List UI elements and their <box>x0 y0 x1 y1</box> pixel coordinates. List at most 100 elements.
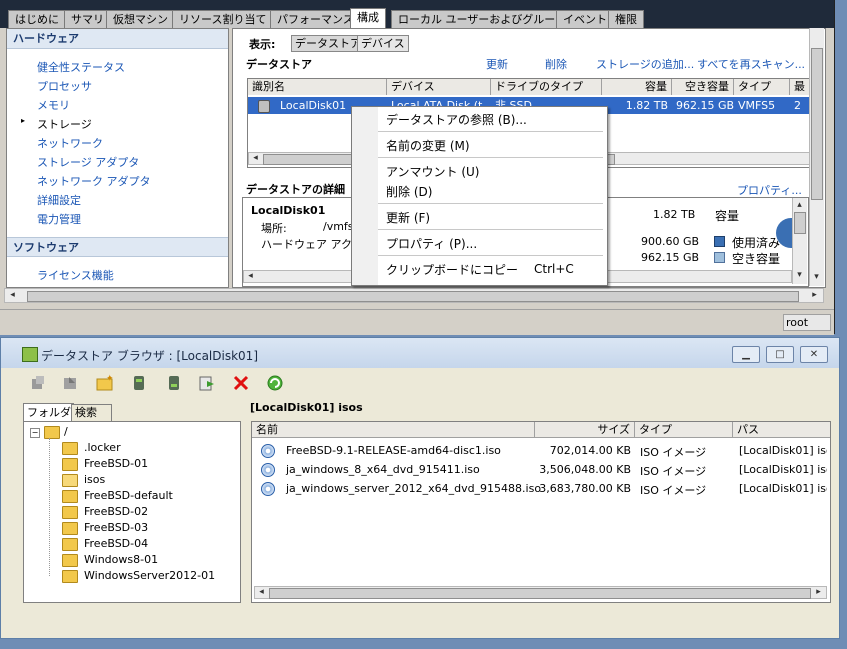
menu-copy-to-clipboard[interactable]: クリップボードにコピー <box>386 261 518 278</box>
menu-refresh[interactable]: 更新 (F) <box>386 209 430 226</box>
tree-root[interactable]: / <box>64 425 68 438</box>
nav-storage[interactable]: ストレージ <box>37 116 92 132</box>
delete-link[interactable]: 削除 <box>545 56 567 72</box>
tab-resource-allocation[interactable]: リソース割り当て <box>172 10 274 28</box>
menu-browse-datastore[interactable]: データストアの参照 (B)... <box>386 111 527 128</box>
tree-folder-freebsd-04[interactable]: FreeBSD-04 <box>84 537 148 550</box>
nav-storage-adapters[interactable]: ストレージ アダプタ <box>37 154 139 170</box>
file-type: ISO イメージ <box>640 465 707 478</box>
nav-network-adapters[interactable]: ネットワーク アダプタ <box>37 173 151 189</box>
menu-properties[interactable]: プロパティ (P)... <box>386 235 477 252</box>
tab-events[interactable]: イベント <box>556 10 614 28</box>
file-name: FreeBSD-9.1-RELEASE-amd64-disc1.iso <box>286 444 501 457</box>
col-name[interactable]: 名前 <box>252 422 535 437</box>
details-capacity-value: 1.82 TB <box>653 208 696 221</box>
upload-to-datastore-icon[interactable] <box>129 374 149 392</box>
nav-networking[interactable]: ネットワーク <box>37 135 103 151</box>
tab-search[interactable]: 検索 <box>71 404 112 421</box>
close-icon[interactable]: ✕ <box>800 346 828 363</box>
menu-delete[interactable]: 削除 (D) <box>386 183 432 200</box>
download-from-datastore-icon[interactable] <box>164 374 184 392</box>
main-hscroll[interactable]: ◂ ▸ <box>4 288 824 303</box>
col-free[interactable]: 空き容量 <box>672 79 734 95</box>
menu-rename[interactable]: 名前の変更 (M) <box>386 137 470 154</box>
tab-configuration[interactable]: 構成 <box>350 8 386 29</box>
rescan-all-link[interactable]: すべてを再スキャン... <box>697 56 805 72</box>
tree-folder-freebsd-default[interactable]: FreeBSD-default <box>84 489 173 502</box>
collapse-icon[interactable]: − <box>30 428 40 438</box>
col-drive-type[interactable]: ドライブのタイプ <box>491 79 602 95</box>
tab-bar: はじめに サマリ 仮想マシン リソース割り当て パフォーマンス 構成 ローカル … <box>0 0 834 29</box>
col-file-type[interactable]: タイプ <box>635 422 733 437</box>
file-list-hscroll-thumb[interactable] <box>269 588 811 599</box>
maximize-icon[interactable]: □ <box>766 346 794 363</box>
scroll-left-icon[interactable]: ◂ <box>250 153 261 164</box>
tab-performance[interactable]: パフォーマンス <box>270 10 361 28</box>
tree-folder-freebsd-03[interactable]: FreeBSD-03 <box>84 521 148 534</box>
scroll-right-icon[interactable]: ▸ <box>809 290 820 301</box>
nav-memory[interactable]: メモリ <box>37 97 70 113</box>
add-storage-link[interactable]: ストレージの追加... <box>596 56 694 72</box>
details-name: LocalDisk01 <box>251 204 326 217</box>
view-devices-button[interactable]: デバイス <box>357 35 409 52</box>
col-size[interactable]: サイズ <box>535 422 635 437</box>
folder-icon <box>62 554 78 567</box>
delete-icon[interactable] <box>231 374 251 392</box>
tab-local-users-groups[interactable]: ローカル ユーザーおよびグループ <box>391 10 573 28</box>
refresh-link[interactable]: 更新 <box>486 56 508 72</box>
tree-folder-windows8-01[interactable]: Windows8-01 <box>84 553 158 566</box>
col-type[interactable]: タイプ <box>734 79 790 95</box>
table-row[interactable]: ja_windows_server_2012_x64_dvd_915488.is… <box>252 480 830 497</box>
scroll-left-icon[interactable]: ◂ <box>7 290 18 301</box>
details-capacity-label: 容量 <box>715 209 740 223</box>
details-vscroll-thumb[interactable] <box>794 212 806 234</box>
main-hscroll-thumb[interactable] <box>27 291 799 302</box>
tab-folders[interactable]: フォルダ <box>23 403 74 421</box>
col-identification[interactable]: 識別名 <box>248 79 387 95</box>
scroll-down-icon[interactable]: ▾ <box>811 272 822 283</box>
col-path[interactable]: パス <box>733 422 830 437</box>
context-menu: データストアの参照 (B)... 名前の変更 (M) アンマウント (U) 削除… <box>351 106 608 286</box>
properties-link[interactable]: プロパティ... <box>737 182 802 198</box>
table-row[interactable]: FreeBSD-9.1-RELEASE-amd64-disc1.iso 702,… <box>252 442 830 459</box>
register-vm-icon[interactable] <box>197 374 217 392</box>
main-vscroll-thumb[interactable] <box>811 48 823 200</box>
tab-permissions[interactable]: 権限 <box>608 10 644 28</box>
details-vscroll[interactable]: ▴ ▾ <box>792 198 807 284</box>
folder-icon <box>62 570 78 583</box>
col-capacity[interactable]: 容量 <box>602 79 672 95</box>
tree-folder-freebsd-02[interactable]: FreeBSD-02 <box>84 505 148 518</box>
new-folder-icon[interactable]: ✦ <box>95 374 115 392</box>
tree-folder-isos[interactable]: isos <box>84 473 105 486</box>
main-vscroll[interactable]: ▾ <box>809 28 824 286</box>
nav-processors[interactable]: プロセッサ <box>37 78 92 94</box>
nav-health-status[interactable]: 健全性ステータス <box>37 59 125 75</box>
scroll-right-icon[interactable]: ▸ <box>813 587 824 598</box>
table-row[interactable]: ja_windows_8_x64_dvd_915411.iso 3,506,04… <box>252 461 830 478</box>
nav-licensed-features[interactable]: ライセンス機能 <box>37 267 114 283</box>
tab-getting-started[interactable]: はじめに <box>8 10 66 28</box>
tree-folder-freebsd-01[interactable]: FreeBSD-01 <box>84 457 148 470</box>
nav-power-management[interactable]: 電力管理 <box>37 211 81 227</box>
tree-folder-locker[interactable]: .locker <box>84 441 121 454</box>
scroll-down-icon[interactable]: ▾ <box>794 270 805 281</box>
menu-unmount[interactable]: アンマウント (U) <box>386 163 479 180</box>
upload-icon[interactable] <box>28 374 48 392</box>
refresh-icon[interactable] <box>265 374 285 392</box>
col-device[interactable]: デバイス <box>387 79 491 95</box>
scroll-left-icon[interactable]: ◂ <box>256 587 267 598</box>
download-icon[interactable] <box>61 374 81 392</box>
tab-virtual-machines[interactable]: 仮想マシン <box>106 10 175 28</box>
nav-advanced-settings[interactable]: 詳細設定 <box>37 192 81 208</box>
hardware-section-header: ハードウェア <box>7 29 228 49</box>
file-name: ja_windows_server_2012_x64_dvd_915488.is… <box>286 482 542 495</box>
tab-summary[interactable]: サマリ <box>64 10 111 28</box>
view-datastores-button[interactable]: データストア <box>291 35 365 52</box>
file-list-hscroll[interactable]: ◂ ▸ <box>254 586 827 599</box>
tree-folder-windowsserver2012-01[interactable]: WindowsServer2012-01 <box>84 569 215 582</box>
minimize-icon[interactable]: ▁ <box>732 346 760 363</box>
scroll-up-icon[interactable]: ▴ <box>794 200 805 211</box>
row-free: 962.15 GB <box>676 99 734 112</box>
selected-bullet-icon: ▸ <box>21 116 26 125</box>
scroll-left-icon[interactable]: ◂ <box>245 271 256 282</box>
